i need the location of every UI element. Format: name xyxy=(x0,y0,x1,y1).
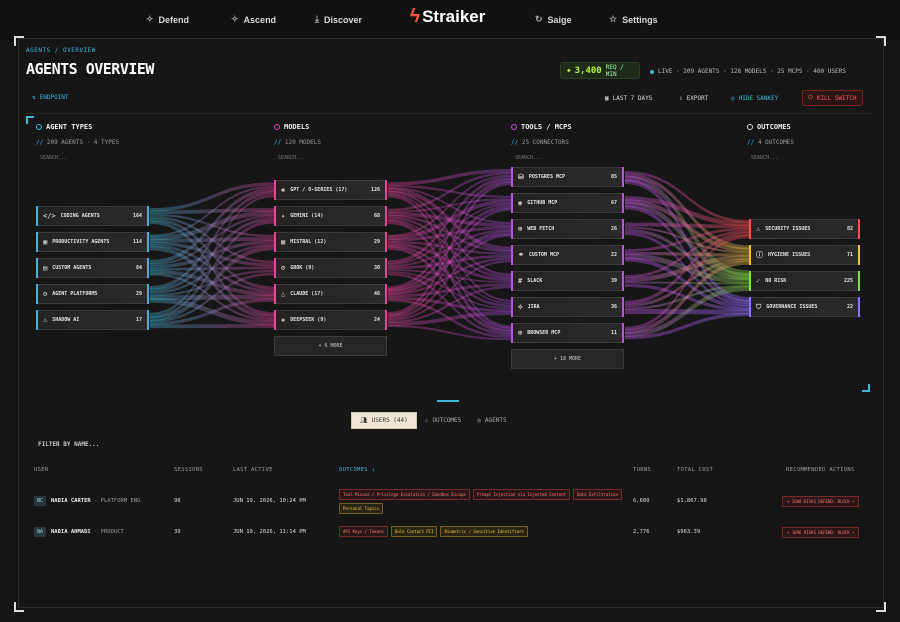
outcome-tag[interactable]: Data Exfiltration xyxy=(572,489,622,500)
sankey-node-claude[interactable]: △ CLAUDE (17) 46 xyxy=(274,284,387,304)
block-action-button[interactable]: + 2608 RISKS DEFEND: BLOCK → xyxy=(782,496,860,507)
grok-icon: ⊘ xyxy=(281,264,286,272)
avatar: NA xyxy=(34,527,46,537)
gemini-icon: ✦ xyxy=(281,212,286,220)
block-action-button[interactable]: + 1096 RISKS DEFEND: BLOCK → xyxy=(782,527,860,538)
filter-input[interactable]: FILTER BY NAME... xyxy=(38,441,99,448)
user-cell[interactable]: NADIA AHMADI · PRODUCT xyxy=(51,529,124,535)
warning-icon: ⚠ xyxy=(424,417,429,424)
deepseek-icon: ◈ xyxy=(281,316,286,324)
globe-icon: ⊕ xyxy=(518,329,523,337)
column-header-total-cost[interactable]: TOTAL COST xyxy=(677,467,713,473)
corner-mark xyxy=(876,602,886,612)
warning-icon: ⚠ xyxy=(43,316,48,324)
bottom-tabs: 👥︎ USERS (44) ⚠ OUTCOMES ◎ AGENTS xyxy=(351,412,515,429)
outcome-tags: API Keys / Tokens Bulk Contact PII Biome… xyxy=(339,526,639,537)
sankey-node-jira[interactable]: ⟡ JIRA 36 xyxy=(511,297,624,317)
tab-outcomes[interactable]: ⚠ OUTCOMES xyxy=(417,412,470,429)
sankey-node-coding-agents[interactable]: </> CODING AGENTS 164 xyxy=(36,206,149,226)
column-header-user[interactable]: USER xyxy=(34,467,48,473)
last-active-cell: JUN 19, 2026, 10:24 PM xyxy=(233,498,306,504)
outcome-tag[interactable]: Bulk Contact PII xyxy=(390,526,438,537)
sankey-node-browser-mcp[interactable]: ⊕ BROWSER MCP 11 xyxy=(511,323,624,343)
tab-agents[interactable]: ◎ AGENTS xyxy=(469,412,514,429)
sessions-cell: 39 xyxy=(174,529,181,535)
gear-icon: ⚙ xyxy=(43,290,48,298)
outcome-tags: Tool Misuse / Privilege Escalation / San… xyxy=(339,489,639,514)
sankey-node-hygiene-issues[interactable]: ⓘ HYGIENE ISSUES 71 xyxy=(749,245,860,265)
sessions-cell: 98 xyxy=(174,498,181,504)
outcome-tag[interactable]: Personal Topics xyxy=(339,503,384,514)
sankey-node-agent-platforms[interactable]: ⚙ AGENT PLATFORMS 29 xyxy=(36,284,149,304)
sankey-node-no-risk[interactable]: ✓ NO RISK 225 xyxy=(749,271,860,291)
target-icon: ◎ xyxy=(477,417,481,424)
column-header-outcomes[interactable]: OUTCOMES ↓ xyxy=(339,467,375,473)
info-icon: ⓘ xyxy=(756,251,763,259)
tools-more-button[interactable]: + 18 MORE xyxy=(511,349,624,369)
turns-cell: 6,600 xyxy=(633,498,650,504)
outcome-tag[interactable]: Biometric / Sensitive Identifiers xyxy=(440,526,528,537)
turns-cell: 2,776 xyxy=(633,529,650,535)
column-header-last-active[interactable]: LAST ACTIVE xyxy=(233,467,273,473)
sankey-node-grok[interactable]: ⊘ GROK (9) 30 xyxy=(274,258,387,278)
briefcase-icon: ▣ xyxy=(43,238,48,246)
code-icon: </> xyxy=(43,212,56,220)
sankey-node-security-issues[interactable]: ⚠ SECURITY ISSUES 82 xyxy=(749,219,860,239)
corner-mark xyxy=(26,116,34,124)
outcome-tag[interactable]: Prompt Injection via Injected Content xyxy=(472,489,570,500)
warning-icon: ⚠ xyxy=(756,225,761,233)
globe-icon: ⊕ xyxy=(518,225,523,233)
outcome-tag[interactable]: API Keys / Tokens xyxy=(339,526,388,537)
column-header-sessions[interactable]: SESSIONS xyxy=(174,467,203,473)
link-icon: ⚭ xyxy=(518,251,524,259)
corner-mark xyxy=(14,602,24,612)
slack-icon: # xyxy=(518,277,523,285)
shield-icon: ⛉ xyxy=(756,302,762,311)
sankey-node-slack[interactable]: # SLACK 39 xyxy=(511,271,624,291)
sankey-node-gpt[interactable]: ✺ GPT / O-SERIES (17) 126 xyxy=(274,180,387,200)
openai-icon: ✺ xyxy=(281,186,286,194)
sankey-node-custom-mcp[interactable]: ⚭ CUSTOM MCP 22 xyxy=(511,245,624,265)
sankey-flow xyxy=(150,324,274,329)
sankey-node-productivity-agents[interactable]: ▣ PRODUCTIVITY AGENTS 114 xyxy=(36,232,149,252)
cost-cell: $963.39 xyxy=(677,529,701,535)
sankey-node-custom-agents[interactable]: ▤ CUSTOM AGENTS 84 xyxy=(36,258,149,278)
models-more-button[interactable]: + 6 MORE xyxy=(274,336,387,356)
sankey-node-shadow-ai[interactable]: ⚠ SHADOW AI 17 xyxy=(36,310,149,330)
column-header-turns[interactable]: TURNS xyxy=(633,467,651,473)
tab-users[interactable]: 👥︎ USERS (44) xyxy=(351,412,417,429)
avatar: NC xyxy=(34,496,46,506)
github-icon: ◉ xyxy=(518,199,523,207)
sankey-node-gemini[interactable]: ✦ GEMINI (14) 68 xyxy=(274,206,387,226)
sankey-node-github-mcp[interactable]: ◉ GITHUB MCP 67 xyxy=(511,193,624,213)
sankey-node-deepseek[interactable]: ◈ DEEPSEEK (9) 24 xyxy=(274,310,387,330)
resize-handle[interactable] xyxy=(437,400,459,402)
sankey-node-governance-issues[interactable]: ⛉ GOVERNANCE ISSUES 22 xyxy=(749,297,860,317)
sankey-node-postgres-mcp[interactable]: ⛁ POSTGRES MCP 85 xyxy=(511,167,624,187)
users-icon: 👥︎ xyxy=(360,417,368,424)
last-active-cell: JUN 19, 2026, 11:14 PM xyxy=(233,529,306,535)
database-icon: ⛁ xyxy=(518,173,524,181)
corner-mark xyxy=(862,384,870,392)
window-icon: ▤ xyxy=(43,264,48,272)
claude-icon: △ xyxy=(281,290,286,298)
mistral-icon: ▦ xyxy=(281,238,286,246)
column-header-recommended-actions[interactable]: RECOMMENDED ACTIONS xyxy=(786,467,855,473)
sankey-node-web-fetch[interactable]: ⊕ WEB FETCH 26 xyxy=(511,219,624,239)
sankey-node-mistral[interactable]: ▦ MISTRAL (12) 29 xyxy=(274,232,387,252)
jira-icon: ⟡ xyxy=(518,302,523,311)
sankey-diagram xyxy=(150,168,749,341)
outcome-tag[interactable]: Tool Misuse / Privilege Escalation / San… xyxy=(339,489,470,500)
check-icon: ✓ xyxy=(756,277,761,285)
user-cell[interactable]: NADIA CARTER · PLATFORM ENG xyxy=(51,498,140,504)
cost-cell: $1,867.98 xyxy=(677,498,707,504)
